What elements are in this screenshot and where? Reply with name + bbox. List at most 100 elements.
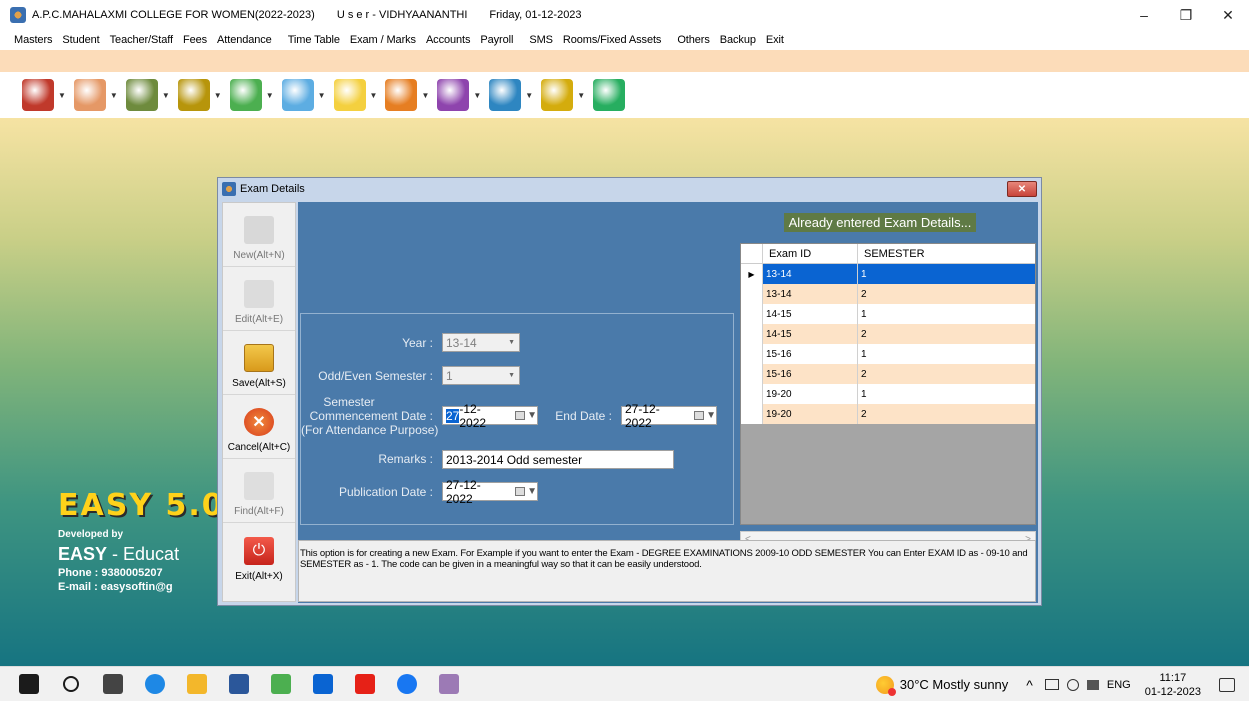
exam-id-cell[interactable]: 13-14 — [763, 284, 858, 304]
menu-fees[interactable]: Fees — [183, 34, 207, 46]
search-button[interactable] — [50, 667, 92, 701]
menu-accounts[interactable]: Accounts — [426, 34, 471, 46]
weather-widget[interactable]: 30°C Mostly sunny — [875, 675, 1008, 696]
toolbar-dropdown-arrow[interactable]: ▼ — [162, 91, 170, 100]
chart-icon[interactable] — [489, 79, 522, 111]
exit-door-icon[interactable] — [593, 79, 626, 111]
grid-row[interactable]: ▶ 13-14 1 — [741, 264, 1035, 284]
menu-time-table[interactable]: Time Table — [288, 34, 340, 46]
grid-row[interactable]: 15-16 1 — [741, 344, 1035, 364]
grid-row[interactable]: 19-20 1 — [741, 384, 1035, 404]
volume-muted-icon[interactable] — [1086, 679, 1099, 690]
easy-app-button[interactable] — [428, 667, 470, 701]
cancel-button[interactable]: ✕ Cancel(Alt+C) — [223, 395, 295, 459]
exam-id-cell[interactable]: 13-14 — [763, 264, 858, 284]
exam-id-cell[interactable]: 19-20 — [763, 384, 858, 404]
exam-grid[interactable]: Exam ID SEMESTER ▶ 13-14 1 13-14 2 14-15 1 14-1… — [740, 243, 1036, 525]
network-icon[interactable] — [1044, 679, 1059, 690]
row-selector[interactable]: ▶ — [741, 264, 763, 284]
books-icon[interactable] — [385, 79, 418, 111]
edit-button[interactable]: Edit(Alt+E) — [223, 267, 295, 331]
facebook-button[interactable] — [386, 667, 428, 701]
exam-id-cell[interactable]: 15-16 — [763, 364, 858, 384]
toolbar-dropdown-arrow[interactable]: ▼ — [421, 91, 429, 100]
exam-id-cell[interactable]: 19-20 — [763, 404, 858, 424]
col-header-semester[interactable]: SEMESTER — [858, 244, 1035, 263]
dialog-close-button[interactable]: ✕ — [1007, 181, 1037, 197]
menu-payroll[interactable]: Payroll — [480, 34, 513, 46]
mail-button[interactable] — [302, 667, 344, 701]
grid-row[interactable]: 15-16 2 — [741, 364, 1035, 384]
menu-backup[interactable]: Backup — [720, 34, 756, 46]
toolbar-dropdown-arrow[interactable]: ▼ — [110, 91, 118, 100]
semester-cell[interactable]: 2 — [858, 324, 1035, 344]
menu-sms[interactable]: SMS — [529, 34, 553, 46]
exam-id-cell[interactable]: 14-15 — [763, 324, 858, 344]
tray-overflow-icon[interactable]: ^ — [1026, 677, 1033, 693]
exam-id-cell[interactable]: 14-15 — [763, 304, 858, 324]
year-select[interactable]: 13-14 ▼ — [442, 333, 520, 352]
row-selector[interactable] — [741, 384, 763, 404]
semester-cell[interactable]: 1 — [858, 304, 1035, 324]
row-selector[interactable] — [741, 344, 763, 364]
gears-icon[interactable] — [541, 79, 574, 111]
publication-date-picker[interactable]: 27-12-2022 ▼ — [442, 478, 538, 506]
col-header-exam-id[interactable]: Exam ID — [763, 244, 858, 263]
toolbar-dropdown-arrow[interactable]: ▼ — [214, 91, 222, 100]
youtube-button[interactable] — [344, 667, 386, 701]
row-selector[interactable] — [741, 404, 763, 424]
toolbar-dropdown-arrow[interactable]: ▼ — [473, 91, 481, 100]
end-date-picker[interactable]: 27-12-2022 ▼ — [621, 402, 717, 430]
row-selector[interactable] — [741, 364, 763, 384]
remarks-input[interactable]: 2013-2014 Odd semester — [442, 450, 674, 469]
save-button[interactable]: Save(Alt+S) — [223, 331, 295, 395]
task-view-button[interactable] — [92, 667, 134, 701]
clock-icon[interactable] — [229, 79, 262, 111]
find-button[interactable]: Find(Alt+F) — [223, 459, 295, 523]
exit-button[interactable]: ⏻ Exit(Alt+X) — [223, 523, 295, 587]
grid-row[interactable]: 19-20 2 — [741, 404, 1035, 424]
exam-id-cell[interactable]: 15-16 — [763, 344, 858, 364]
grid-row[interactable]: 14-15 2 — [741, 324, 1035, 344]
gift-icon[interactable] — [22, 79, 54, 111]
menu-exit[interactable]: Exit — [766, 34, 784, 46]
calendar-icon[interactable] — [281, 79, 314, 111]
person-settings-icon[interactable] — [437, 79, 470, 111]
menu-teacher-staff[interactable]: Teacher/Staff — [110, 34, 173, 46]
calendar-dropdown-icon[interactable]: ▼ — [694, 410, 716, 421]
menu-exam-marks[interactable]: Exam / Marks — [350, 34, 416, 46]
maximize-button[interactable]: ❐ — [1165, 0, 1207, 30]
paint-button[interactable] — [260, 667, 302, 701]
menu-masters[interactable]: Masters — [14, 34, 53, 46]
semester-select[interactable]: 1 ▼ — [442, 366, 520, 385]
toolbar-dropdown-arrow[interactable]: ▼ — [577, 91, 585, 100]
semester-cell[interactable]: 2 — [858, 284, 1035, 304]
menu-others[interactable]: Others — [677, 34, 710, 46]
users-icon[interactable] — [73, 79, 106, 111]
file-explorer-button[interactable] — [176, 667, 218, 701]
group-icon[interactable] — [125, 79, 158, 111]
language-indicator[interactable]: ENG — [1107, 679, 1131, 691]
menu-student[interactable]: Student — [62, 34, 99, 46]
semester-cell[interactable]: 1 — [858, 344, 1035, 364]
semester-cell[interactable]: 1 — [858, 384, 1035, 404]
notification-icon[interactable] — [1219, 677, 1235, 692]
notepad-icon[interactable] — [333, 79, 366, 111]
menu-rooms-fixed-assets[interactable]: Rooms/Fixed Assets — [563, 34, 662, 46]
calendar-dropdown-icon[interactable]: ▼ — [515, 410, 537, 421]
grid-row[interactable]: 13-14 2 — [741, 284, 1035, 304]
semester-cell[interactable]: 2 — [858, 364, 1035, 384]
clock[interactable]: 11:17 01-12-2023 — [1145, 671, 1201, 699]
semester-cell[interactable]: 1 — [858, 264, 1035, 284]
row-selector[interactable] — [741, 284, 763, 304]
meet-now-icon[interactable] — [1066, 678, 1079, 691]
word-button[interactable] — [218, 667, 260, 701]
toolbar-dropdown-arrow[interactable]: ▼ — [266, 91, 274, 100]
row-selector[interactable] — [741, 304, 763, 324]
toolbar-dropdown-arrow[interactable]: ▼ — [370, 91, 378, 100]
calendar-dropdown-icon[interactable]: ▼ — [515, 486, 537, 497]
menu-attendance[interactable]: Attendance — [217, 34, 272, 46]
toolbar-dropdown-arrow[interactable]: ▼ — [525, 91, 533, 100]
edge-button[interactable] — [134, 667, 176, 701]
row-selector[interactable] — [741, 324, 763, 344]
